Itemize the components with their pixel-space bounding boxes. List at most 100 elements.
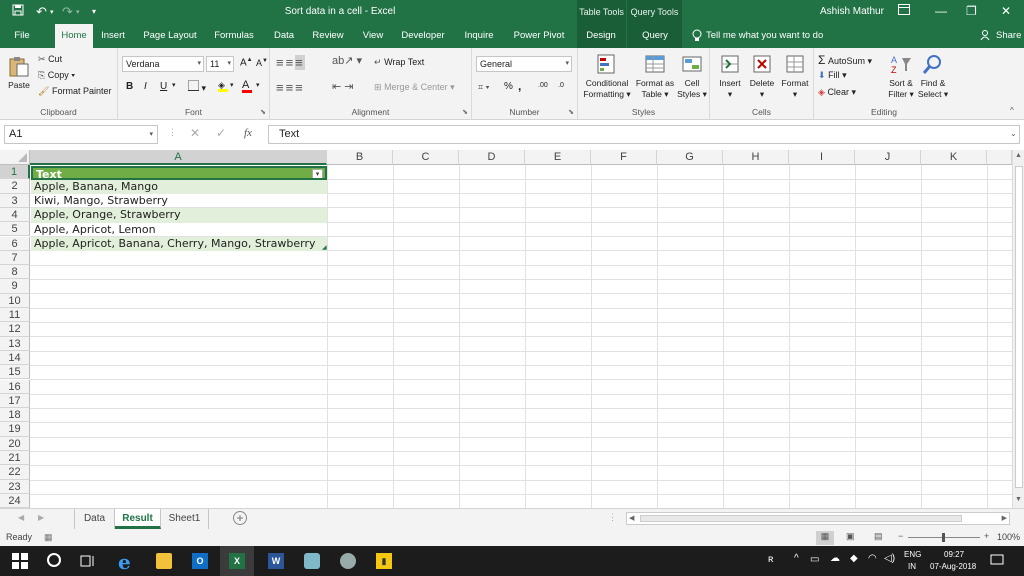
macro-record-icon[interactable]: ▦ bbox=[44, 532, 53, 543]
redo-dropdown-icon[interactable]: ▾ bbox=[76, 8, 80, 16]
sort-filter-button[interactable]: AZ Sort & Filter ▾ bbox=[886, 52, 916, 100]
font-color-button[interactable]: A bbox=[242, 79, 252, 93]
font-name-select[interactable]: Verdana ▾ bbox=[122, 56, 204, 72]
restore-icon[interactable]: ❐ bbox=[966, 4, 977, 18]
indent-icons[interactable]: ⇤ ⇥ bbox=[332, 80, 354, 93]
row-header[interactable]: 18 bbox=[0, 408, 30, 423]
row-header[interactable]: 21 bbox=[0, 451, 30, 466]
paste-button[interactable]: Paste bbox=[4, 54, 34, 91]
zoom-level[interactable]: 100% bbox=[997, 532, 1020, 542]
power-bi-icon[interactable]: ▮ bbox=[376, 553, 392, 569]
italic-button[interactable]: I bbox=[144, 81, 147, 92]
normal-view-icon[interactable]: ▦ bbox=[816, 531, 834, 545]
undo-icon[interactable]: ↶ bbox=[36, 4, 47, 20]
row-header[interactable]: 6 bbox=[0, 236, 30, 251]
row-header[interactable]: 17 bbox=[0, 393, 30, 409]
fill-color-dropdown-icon[interactable]: ▾ bbox=[230, 81, 234, 89]
formula-bar-grip-icon[interactable]: ⋮ bbox=[168, 127, 177, 138]
word-taskbar-icon[interactable]: W bbox=[268, 553, 284, 569]
column-header-k[interactable]: K bbox=[921, 150, 987, 165]
sheet-tab-result[interactable]: Result bbox=[115, 509, 161, 529]
row-header[interactable]: 16 bbox=[0, 379, 30, 394]
vertical-scrollbar[interactable]: ▲ ▼ bbox=[1012, 150, 1024, 508]
copy-button[interactable]: ⎘ Copy ▾ bbox=[38, 70, 75, 81]
format-cells-button[interactable]: Format ▾ bbox=[778, 52, 812, 100]
autosum-button[interactable]: Σ AutoSum ▾ bbox=[818, 53, 872, 67]
row-header[interactable]: 8 bbox=[0, 265, 30, 280]
find-select-button[interactable]: Find & Select ▾ bbox=[916, 52, 950, 100]
customize-qat-icon[interactable]: ▾ bbox=[92, 7, 96, 16]
orientation-icon[interactable]: ab↗ ▾ bbox=[332, 54, 362, 67]
column-header-d[interactable]: D bbox=[459, 150, 525, 165]
close-icon[interactable]: ✕ bbox=[1001, 4, 1011, 18]
percent-button[interactable]: % bbox=[504, 81, 513, 92]
number-format-select[interactable]: General ▾ bbox=[476, 56, 572, 72]
conditional-formatting-button[interactable]: Conditional Formatting ▾ bbox=[580, 52, 634, 100]
volume-icon[interactable]: ◁) bbox=[884, 553, 895, 564]
task-view-icon[interactable] bbox=[80, 553, 96, 572]
row-header[interactable]: 9 bbox=[0, 279, 30, 294]
column-header-i[interactable]: I bbox=[789, 150, 855, 165]
edge-browser-icon[interactable]: e bbox=[118, 550, 131, 574]
horizontal-scrollbar[interactable]: ◀ ▶ bbox=[626, 512, 1010, 525]
dropbox-icon[interactable]: ◆ bbox=[850, 553, 858, 564]
cut-button[interactable]: ✂ Cut bbox=[38, 54, 62, 65]
tab-file[interactable]: File bbox=[8, 24, 36, 48]
row-header[interactable]: 22 bbox=[0, 465, 30, 480]
tab-page-layout[interactable]: Page Layout bbox=[140, 24, 200, 48]
new-sheet-icon[interactable]: + bbox=[233, 511, 247, 525]
wrap-text-button[interactable]: ↵ Wrap Text bbox=[374, 57, 424, 68]
underline-button[interactable]: U bbox=[160, 81, 167, 92]
scroll-sheets-left-icon[interactable]: ◀ bbox=[18, 513, 24, 522]
horizontal-scrollbar-thumb[interactable] bbox=[640, 515, 962, 522]
clock-date[interactable]: 07-Aug-2018 bbox=[930, 562, 976, 571]
format-painter-button[interactable]: 🖌 Format Painter bbox=[38, 86, 111, 97]
insert-function-button[interactable]: fx bbox=[244, 127, 252, 139]
language-eng[interactable]: ENG bbox=[904, 550, 921, 559]
row-header[interactable]: 2 bbox=[0, 179, 30, 194]
filter-dropdown-icon[interactable]: ▾ bbox=[312, 168, 323, 178]
notepad-icon[interactable] bbox=[304, 553, 320, 569]
dialog-launcher-icon[interactable]: ⬊ bbox=[462, 108, 468, 116]
tab-inquire[interactable]: Inquire bbox=[460, 24, 498, 48]
fill-button[interactable]: ⬇ Fill ▾ bbox=[818, 70, 847, 81]
row-header[interactable]: 12 bbox=[0, 322, 30, 337]
grow-font-button[interactable]: A▲ bbox=[240, 57, 253, 68]
save-icon[interactable] bbox=[12, 4, 24, 19]
name-box[interactable]: A1 ▾ bbox=[4, 125, 158, 144]
tab-power-pivot[interactable]: Power Pivot bbox=[510, 24, 568, 48]
accounting-format-button[interactable]: ⌗ ▾ bbox=[478, 82, 489, 93]
bold-button[interactable]: B bbox=[126, 81, 133, 92]
row-header[interactable]: 23 bbox=[0, 479, 30, 494]
table-row[interactable]: Apple, Apricot, Banana, Cherry, Mango, S… bbox=[31, 237, 327, 252]
row-header[interactable]: 15 bbox=[0, 365, 30, 380]
collapse-ribbon-icon[interactable]: ^ bbox=[1010, 106, 1014, 115]
tab-split-grip-icon[interactable]: ⋮ bbox=[608, 512, 617, 523]
table-row[interactable]: Apple, Banana, Mango bbox=[31, 179, 327, 195]
row-header[interactable]: 11 bbox=[0, 308, 30, 323]
row-header[interactable]: 13 bbox=[0, 336, 30, 351]
column-header-g[interactable]: G bbox=[657, 150, 723, 165]
notifications-icon[interactable] bbox=[990, 553, 1004, 570]
clock-time[interactable]: 09:27 bbox=[944, 550, 964, 559]
column-header-j[interactable]: J bbox=[855, 150, 921, 165]
user-name[interactable]: Ashish Mathur bbox=[820, 0, 884, 24]
page-layout-view-icon[interactable]: ▣ bbox=[846, 531, 855, 542]
shrink-font-button[interactable]: A▼ bbox=[256, 58, 268, 68]
ribbon-display-options-icon[interactable] bbox=[898, 4, 910, 18]
scroll-down-icon[interactable]: ▼ bbox=[1015, 496, 1022, 503]
row-header[interactable]: 3 bbox=[0, 193, 30, 208]
tab-design[interactable]: Design bbox=[580, 24, 622, 48]
minimize-icon[interactable]: — bbox=[935, 4, 947, 18]
enter-entry-icon[interactable]: ✓ bbox=[216, 126, 226, 140]
redo-icon[interactable]: ↷ bbox=[62, 4, 73, 20]
wifi-icon[interactable]: ◠ bbox=[868, 553, 877, 564]
tab-formulas[interactable]: Formulas bbox=[210, 24, 258, 48]
column-header-c[interactable]: C bbox=[393, 150, 459, 165]
outlook-icon[interactable]: O bbox=[192, 553, 208, 569]
tab-query[interactable]: Query bbox=[632, 24, 678, 48]
zoom-slider-thumb[interactable] bbox=[942, 533, 945, 542]
row-header[interactable]: 20 bbox=[0, 436, 30, 451]
underline-dropdown-icon[interactable]: ▾ bbox=[172, 81, 176, 89]
row-header[interactable]: 1 bbox=[0, 165, 30, 180]
